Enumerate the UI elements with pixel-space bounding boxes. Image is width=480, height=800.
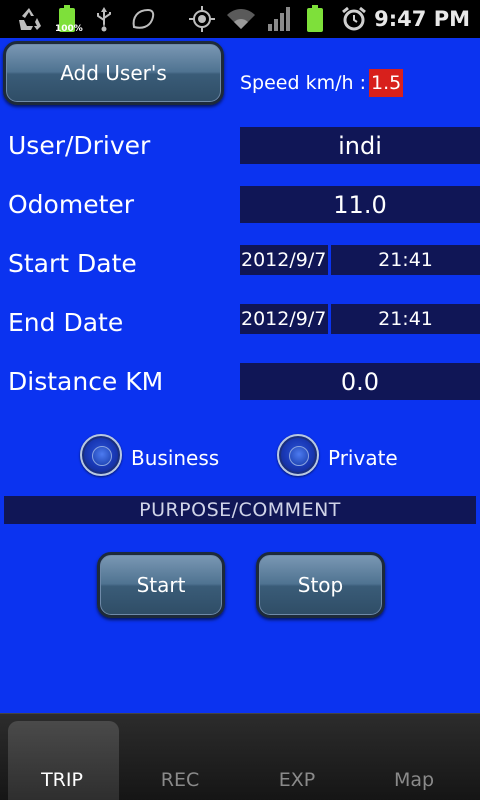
user-driver-label: User/Driver: [8, 131, 151, 160]
speed-value: 1.5: [369, 69, 404, 97]
odometer-label: Odometer: [8, 190, 135, 219]
stop-button[interactable]: Stop: [256, 552, 385, 618]
start-date-field[interactable]: 2012/9/7: [240, 245, 328, 275]
user-driver-field[interactable]: indi: [240, 127, 480, 164]
start-time-field[interactable]: 21:41: [331, 245, 480, 275]
end-time-field[interactable]: 21:41: [331, 304, 480, 334]
private-radio[interactable]: [277, 434, 319, 476]
tab-trip[interactable]: TRIP: [3, 714, 121, 800]
distance-label: Distance KM: [8, 367, 164, 396]
odometer-field[interactable]: 11.0: [240, 186, 480, 223]
start-button[interactable]: Start: [97, 552, 225, 618]
recycle-icon: [12, 0, 46, 38]
status-time: 9:47 PM: [374, 7, 470, 31]
status-bar: 100% 9:47 PM: [0, 0, 480, 38]
add-users-button[interactable]: Add User's: [3, 41, 224, 105]
tab-map[interactable]: Map: [355, 714, 473, 800]
alarm-icon: [338, 0, 370, 38]
purpose-comment-field[interactable]: PURPOSE/COMMENT: [4, 496, 476, 524]
business-label[interactable]: Business: [131, 444, 219, 472]
tab-exp[interactable]: EXP: [238, 714, 356, 800]
battery-percent: 100%: [55, 24, 83, 34]
tab-rec[interactable]: REC: [121, 714, 239, 800]
app-root: 100% 9:47 PM Add User's Speed km/h: 1.5…: [0, 0, 480, 800]
trip-form: Add User's Speed km/h : 1.5 User/Driver …: [0, 38, 480, 713]
gps-icon: [186, 0, 218, 38]
radio-dot: [289, 446, 309, 466]
speed-label: Speed km/h :: [240, 72, 366, 94]
leaf-icon: [128, 0, 158, 38]
private-label[interactable]: Private: [328, 444, 398, 472]
tab-bar: TRIP REC EXP Map: [0, 713, 480, 800]
wifi-icon: [224, 0, 258, 38]
battery-icon: [302, 0, 328, 38]
distance-field[interactable]: 0.0: [240, 363, 480, 400]
signal-icon: [264, 0, 294, 38]
business-radio[interactable]: [80, 434, 122, 476]
radio-dot: [92, 446, 112, 466]
end-date-label: End Date: [8, 308, 124, 337]
end-date-field[interactable]: 2012/9/7: [240, 304, 328, 334]
start-date-label: Start Date: [8, 249, 137, 278]
usb-icon: [92, 0, 116, 38]
